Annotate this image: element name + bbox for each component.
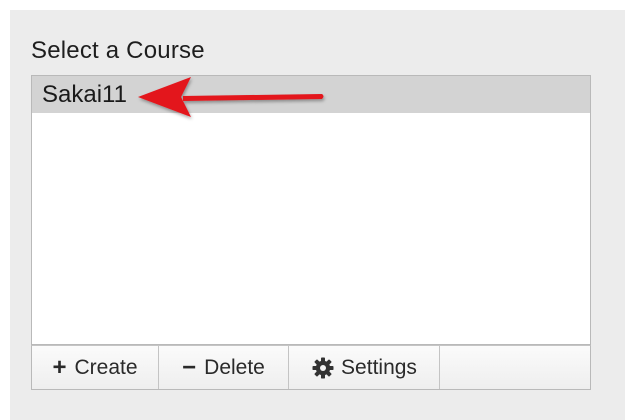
- delete-button-label: Delete: [204, 355, 265, 379]
- minus-icon: −: [182, 353, 197, 381]
- red-arrow-annotation: [138, 77, 324, 117]
- plus-icon: +: [52, 353, 67, 381]
- create-button-label: Create: [74, 355, 138, 379]
- course-toolbar: + Create − Delete Settings: [31, 345, 591, 390]
- select-course-heading: Select a Course: [31, 37, 205, 64]
- arrow-shaft: [183, 94, 324, 101]
- course-list-item-label: Sakai11: [42, 80, 127, 108]
- create-button[interactable]: + Create: [32, 346, 159, 389]
- delete-button[interactable]: − Delete: [159, 346, 289, 389]
- settings-button-label: Settings: [341, 355, 417, 379]
- settings-button[interactable]: Settings: [289, 346, 440, 389]
- gear-icon: [312, 357, 334, 378]
